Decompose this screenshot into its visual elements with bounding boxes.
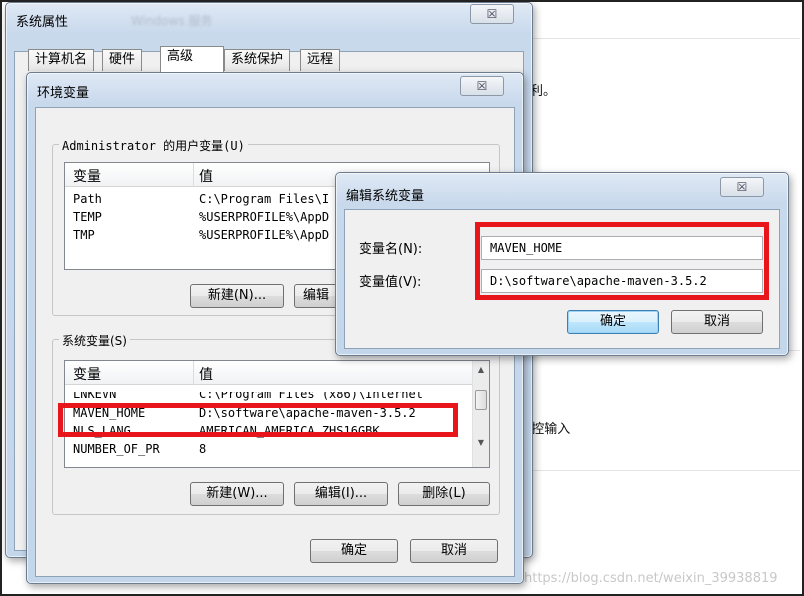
table-row[interactable]: MAVEN_HOME D:\software\apache-maven-3.5.… <box>65 405 489 423</box>
column-header-value[interactable]: 值 <box>199 364 213 384</box>
close-icon: ☒ <box>486 7 498 21</box>
tab-computer-name[interactable]: 计算机名 <box>28 49 95 71</box>
blurred-title-text: Windows 服务 <box>131 14 213 28</box>
background-divider <box>530 38 800 39</box>
system-edit-button[interactable]: 编辑(I)... <box>294 482 388 506</box>
variable-name: NLS_LANG <box>73 424 131 438</box>
tab-hardware[interactable]: 硬件 <box>102 49 143 71</box>
variable-value-field[interactable]: D:\software\apache-maven-3.5.2 <box>481 269 763 293</box>
system-new-button[interactable]: 新建(W)... <box>190 482 284 506</box>
variable-name-label: 变量名(N): <box>359 242 423 257</box>
watermark: https://blog.csdn.net/weixin_39938819 <box>524 571 778 586</box>
column-header-variable[interactable]: 变量 <box>73 166 101 186</box>
ok-button[interactable]: 确定 <box>310 539 398 563</box>
close-button[interactable]: ☒ <box>460 76 504 96</box>
table-row[interactable]: NLS_LANG AMERICAN_AMERICA.ZHS16GBK <box>65 423 489 441</box>
column-header-variable[interactable]: 变量 <box>73 364 101 384</box>
variable-name: Path <box>73 192 102 206</box>
column-separator <box>193 163 194 187</box>
variable-name: LNKEVN <box>73 387 117 401</box>
table-row[interactable]: NUMBER_OF_PR 8 <box>65 441 489 459</box>
variable-value: %USERPROFILE%\AppD <box>199 228 330 242</box>
variable-value: C:\Program Files (x86)\Internet <box>199 387 423 401</box>
close-icon: ☒ <box>736 180 748 194</box>
variable-value-label: 变量值(V): <box>359 275 422 290</box>
cancel-button[interactable]: 取消 <box>410 539 498 563</box>
column-separator <box>193 361 194 385</box>
scroll-down-icon[interactable]: ▼ <box>473 434 489 451</box>
variable-value: AMERICAN_AMERICA.ZHS16GBK <box>199 424 380 438</box>
variable-name-field[interactable]: MAVEN_HOME <box>481 236 763 260</box>
system-variables-list[interactable]: 变量 值 LNKEVN C:\Program Files (x86)\Inter… <box>64 360 490 468</box>
edit-system-variable-dialog: 编辑系统变量 ☒ 变量名(N): MAVEN_HOME 变量值(V): D:\s… <box>335 172 789 356</box>
user-variables-label: Administrator 的用户变量(U) <box>59 137 248 154</box>
scroll-up-icon[interactable]: ▲ <box>473 361 489 378</box>
variable-name: MAVEN_HOME <box>73 406 146 420</box>
window-title: 编辑系统变量 <box>346 189 425 204</box>
cancel-button[interactable]: 取消 <box>671 310 763 334</box>
variable-value: 8 <box>199 442 207 456</box>
close-icon: ☒ <box>476 79 488 93</box>
vertical-scrollbar[interactable]: ▲ ▼ <box>472 361 489 467</box>
table-row[interactable]: LNKEVN C:\Program Files (x86)\Internet <box>65 387 489 404</box>
window-title: 环境变量 <box>37 86 90 101</box>
scrollbar-thumb[interactable] <box>475 390 487 410</box>
user-new-button[interactable]: 新建(N)... <box>190 284 284 308</box>
background-text-fragment: 利。 <box>530 84 557 99</box>
variable-value: D:\software\apache-maven-3.5.2 <box>199 406 416 420</box>
tab-remote[interactable]: 远程 <box>300 49 341 71</box>
close-button[interactable]: ☒ <box>720 177 764 197</box>
window-title: 系统属性 <box>16 15 69 30</box>
background-divider <box>530 470 800 471</box>
system-delete-button[interactable]: 删除(L) <box>398 482 490 506</box>
ok-button[interactable]: 确定 <box>567 310 659 334</box>
variable-name: TMP <box>73 228 95 242</box>
edit-dialog-client: 变量名(N): MAVEN_HOME 变量值(V): D:\software\a… <box>344 209 780 349</box>
variable-value: %USERPROFILE%\AppD <box>199 210 330 224</box>
list-header: 变量 值 <box>65 361 489 385</box>
column-header-value[interactable]: 值 <box>199 166 213 186</box>
close-button[interactable]: ☒ <box>470 4 514 24</box>
tab-system-protection[interactable]: 系统保护 <box>224 49 291 71</box>
variable-name: NUMBER_OF_PR <box>73 442 160 456</box>
tab-advanced[interactable]: 高级 <box>160 46 224 72</box>
system-variables-label: 系统变量(S) <box>59 332 130 349</box>
variable-name: TEMP <box>73 210 102 224</box>
variable-value: C:\Program Files\I <box>199 192 330 206</box>
